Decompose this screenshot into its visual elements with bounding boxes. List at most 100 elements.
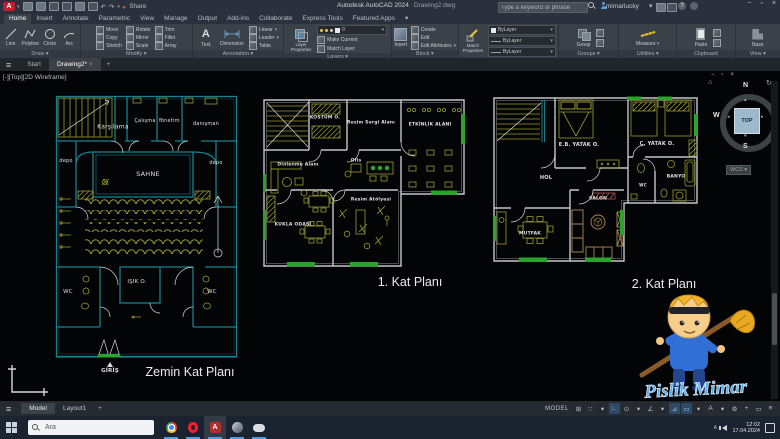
viewcube-left-arrow-icon[interactable]: ◂ (727, 114, 730, 120)
app-store-icon[interactable] (667, 3, 677, 12)
base-tool[interactable]: Base (748, 27, 768, 48)
utilities-panel-label[interactable]: Utilities ▾ (619, 50, 676, 58)
fillet-tool[interactable]: Fillet (155, 34, 177, 42)
start-tab[interactable]: Start (19, 58, 49, 71)
user-dropdown-icon[interactable]: ▾ (649, 2, 653, 10)
leader-tool[interactable]: Leader ▾ (249, 34, 279, 42)
layer-properties-tool[interactable]: Layer Properties (288, 27, 314, 52)
taskbar-clock[interactable]: 12:02 17.04.2024 (732, 422, 760, 434)
open-file-icon[interactable] (36, 2, 46, 11)
ortho-toggle-icon[interactable]: ∟ (609, 403, 620, 414)
taskbar-chrome[interactable] (160, 416, 182, 439)
workspace-settings-icon[interactable]: ⚙ (729, 403, 740, 414)
viewcube-top-face[interactable]: TOP (734, 108, 760, 134)
drawing-canvas[interactable]: [-][Top][2D Wireframe] − ▫ × (0, 71, 780, 401)
undo-icon[interactable]: ↶ (101, 3, 106, 11)
taskbar-app4[interactable] (226, 416, 248, 439)
new-layout-icon[interactable]: + (98, 405, 102, 412)
lineweight-control[interactable]: ByLayer▾ (488, 36, 556, 46)
groups-panel-label[interactable]: Groups ▾ (559, 50, 618, 58)
tab-home[interactable]: Home (4, 14, 31, 24)
measure-tool[interactable]: Measure ▾ (635, 28, 661, 47)
volume-icon[interactable] (722, 425, 727, 431)
tab-featured-apps[interactable]: Featured Apps (348, 14, 400, 24)
save-icon[interactable] (49, 2, 59, 11)
linetype-control[interactable]: ByLayer▾ (488, 47, 556, 57)
tab-parametric[interactable]: Parametric (94, 14, 135, 24)
vp-restore-icon[interactable]: ▫ (721, 72, 723, 78)
viewcube-south[interactable]: S (743, 143, 748, 150)
help-icon[interactable]: ? (678, 2, 686, 10)
viewcube-west[interactable]: W (713, 112, 720, 119)
layout-menu-icon[interactable]: ≡ (6, 404, 11, 414)
text-tool[interactable]: A Text (197, 27, 215, 48)
annotation-monitor-icon[interactable]: + (741, 403, 752, 414)
tab-insert[interactable]: Insert (31, 14, 57, 24)
osnap-tracking-icon[interactable]: ⊿ (669, 403, 680, 414)
draw-panel-label[interactable]: Draw ▾ (0, 50, 80, 58)
modify-panel-label[interactable]: Modify ▾ (81, 50, 192, 58)
circle-tool[interactable]: Circle (41, 28, 59, 47)
trim-tool[interactable]: Trim (155, 26, 177, 34)
layout1-tab[interactable]: Layout1 (55, 403, 94, 414)
snap-dropdown-icon[interactable]: ▾ (597, 403, 608, 414)
ribbon-options-dropdown-icon[interactable]: ▾ (400, 13, 413, 24)
linear-tool[interactable]: Linear ▾ (249, 26, 279, 34)
app-menu-dropdown-icon[interactable]: ▾ (17, 4, 20, 10)
insert-tool[interactable]: Insert (394, 27, 408, 48)
line-tool[interactable]: Line (2, 28, 20, 47)
annotation-scale-dropdown-icon[interactable]: ▾ (717, 403, 728, 414)
stretch-tool[interactable]: Stretch (96, 42, 122, 50)
osnap-toggle-icon[interactable]: ▭ (681, 403, 692, 414)
array-tool[interactable]: Array (155, 42, 177, 50)
group-tool[interactable]: Group (574, 27, 594, 48)
mirror-tool[interactable]: Mirror (126, 34, 151, 42)
new-file-icon[interactable] (23, 2, 33, 11)
account-icon[interactable] (690, 2, 698, 10)
grid-toggle-icon[interactable]: ⊞ (573, 403, 584, 414)
isolate-objects-icon[interactable]: ▭ (753, 403, 764, 414)
edit-attributes-tool[interactable]: Edit Attributes ▾ (411, 42, 456, 50)
scale-tool[interactable]: Scale (126, 42, 151, 50)
tab-manage[interactable]: Manage (159, 14, 193, 24)
dimension-tool[interactable]: Dimension (219, 28, 245, 47)
arc-tool[interactable]: Arc (61, 28, 79, 47)
tray-expand-icon[interactable]: ∧ (713, 424, 717, 431)
vp-close-icon[interactable]: × (730, 72, 734, 78)
tab-output[interactable]: Output (193, 14, 223, 24)
polar-dropdown-icon[interactable]: ▾ (633, 403, 644, 414)
taskbar-opera[interactable] (182, 416, 204, 439)
taskbar-search-input[interactable] (43, 423, 137, 432)
model-space-indicator[interactable]: MODEL (545, 406, 569, 412)
annotation-visibility-icon[interactable]: A (705, 403, 716, 414)
block-panel-label[interactable]: Block ▾ (392, 50, 458, 58)
drawing-tab-close-icon[interactable]: × (89, 61, 93, 68)
layer-selector[interactable]: 0 ▾ (317, 25, 387, 35)
tab-addins[interactable]: Add-ins (222, 14, 254, 24)
notification-center-icon[interactable] (765, 423, 775, 433)
taskbar-app5[interactable] (248, 416, 270, 439)
clipboard-panel-label[interactable]: Clipboard (677, 50, 734, 58)
tab-view[interactable]: View (135, 14, 159, 24)
table-tool[interactable]: Table (249, 42, 279, 50)
tab-annotate[interactable]: Annotate (58, 14, 94, 24)
polar-tracking-icon[interactable]: ⊙ (621, 403, 632, 414)
customization-menu-icon[interactable]: ≡ (765, 403, 776, 414)
help-search-input[interactable] (498, 2, 588, 13)
view-panel-label[interactable]: View ▾ (736, 50, 780, 58)
drawing-tab[interactable]: Drawing2* × (49, 58, 101, 71)
minimize-button[interactable]: − (747, 0, 751, 7)
close-button[interactable]: × (772, 0, 776, 7)
polyline-tool[interactable]: Polyline (22, 28, 40, 47)
viewcube-home-icon[interactable]: ⌂ (708, 79, 712, 86)
annotation-panel-label[interactable]: Annotation ▾ (193, 50, 284, 58)
cart-icon[interactable] (656, 3, 666, 12)
viewcube[interactable]: ⌂ ↻ N S W E ▴ ▾ ◂ ▸ TOP WCS ▾ (710, 81, 778, 181)
viewcube-right-arrow-icon[interactable]: ▸ (761, 114, 764, 120)
redo-icon[interactable]: ↷ (109, 3, 114, 11)
maximize-button[interactable]: ▫ (760, 0, 762, 7)
ungroup-icon[interactable] (596, 29, 604, 37)
autocad-app-icon[interactable]: A (3, 2, 15, 11)
color-control[interactable]: ByLayer▾ (488, 25, 556, 35)
group-edit-icon[interactable] (596, 39, 604, 47)
